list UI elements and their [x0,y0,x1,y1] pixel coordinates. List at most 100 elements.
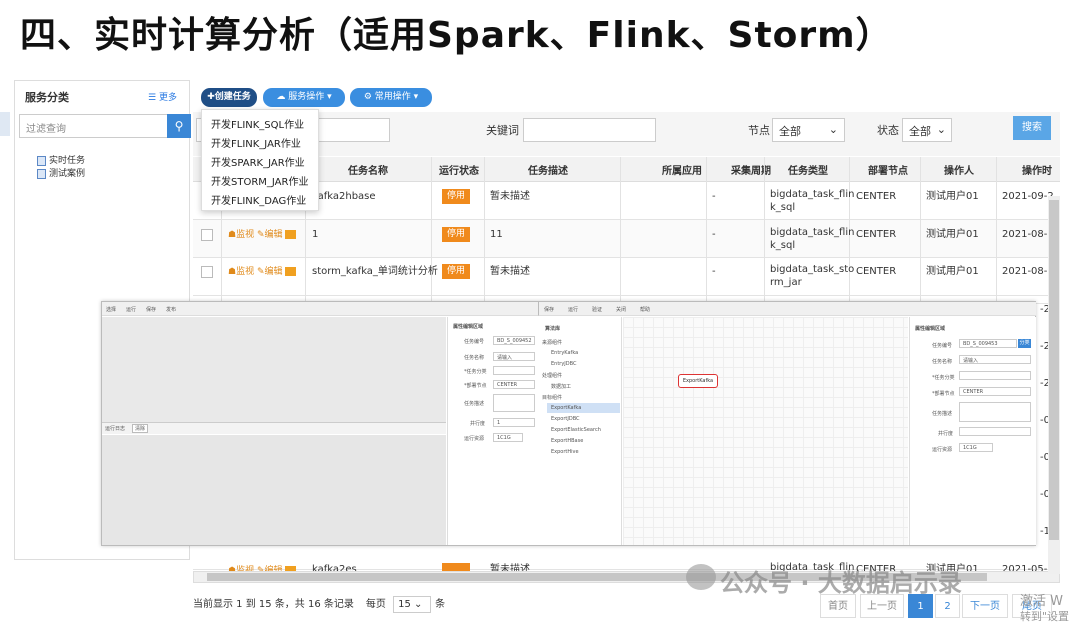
task-name: kafka2hbase [312,191,376,202]
monitor-link[interactable]: ☗监视 [228,230,254,240]
tree-item-realtime[interactable]: 实时任务 [37,153,85,166]
col-header: 部署节点 [868,166,908,177]
node-label: 节点 [748,124,770,137]
category-button[interactable]: 分类 [1018,339,1031,348]
search-icon[interactable]: ⚲ [167,114,191,138]
status-badge[interactable]: 停用 [442,264,470,279]
filter-input[interactable]: 过滤查询 [19,114,169,138]
palette-item[interactable]: ExportElasticSearch [551,427,601,433]
field-input[interactable]: CENTER [959,387,1031,396]
per-page-label: 每页 [365,599,386,610]
tree-item-test[interactable]: 测试案例 [37,166,85,179]
cloud-icon: ☁ [276,92,289,102]
left-canvas[interactable] [102,317,446,422]
monitor-link[interactable]: ☗监视 [228,267,254,277]
clear-log-button[interactable]: 清除 [132,424,149,433]
monitor-label: 监视 [236,267,255,277]
field-input[interactable] [959,371,1031,380]
task-period: - [712,266,716,277]
edit-label: 编辑 [264,267,283,277]
tool-btn[interactable]: 运行 [126,306,136,313]
edit-link[interactable]: ✎编辑 [257,230,283,240]
log-area [102,435,446,545]
menu-item-flink-jar[interactable]: 开发FLINK_JAR作业 [211,135,301,150]
tool-btn[interactable]: 验证 [592,306,602,313]
field-input[interactable]: 1 [493,418,535,427]
more-link[interactable]: ☰ 更多 [148,90,177,103]
vertical-scroll-thumb[interactable] [1049,200,1059,540]
keyword-input[interactable] [523,118,656,142]
tool-btn[interactable]: 运行 [568,306,578,313]
node-select[interactable]: 全部 ⌄ [772,118,845,142]
field-input[interactable]: 请输入 [959,355,1031,364]
tool-btn[interactable]: 保存 [146,306,156,313]
dag-canvas[interactable] [623,317,908,545]
menu-item-spark-jar[interactable]: 开发SPARK_JAR作业 [211,154,305,169]
dag-node-exportkafka[interactable]: ExportKafka [678,374,718,388]
task-desc: 暂未描述 [490,266,530,277]
palette-item[interactable]: EntryKafka [551,350,578,356]
create-task-dropdown: 开发FLINK_SQL作业 开发FLINK_JAR作业 开发SPARK_JAR作… [201,109,319,211]
field-input[interactable]: 1C1G [959,443,993,452]
menu-item-storm-jar[interactable]: 开发STORM_JAR作业 [211,173,308,188]
more-label: 更多 [158,93,177,103]
palette-item[interactable]: ExportHive [551,449,579,455]
service-ops-button[interactable]: ☁ 服务操作 ▾ [263,88,345,107]
field-label: 任务描述 [464,401,485,407]
tool-btn[interactable]: 发布 [166,306,176,313]
tool-btn[interactable]: 选择 [106,306,116,313]
palette-item[interactable]: ExportHBase [551,438,583,444]
search-button[interactable]: 搜索 [1013,116,1051,140]
field-label: 任务名称 [932,359,953,365]
palette-group[interactable]: 目标组件 [542,394,562,401]
status-badge[interactable]: 停用 [442,227,470,242]
field-input[interactable]: 1C1G [493,433,523,442]
row-checkbox[interactable] [201,266,213,278]
task-desc: 11 [490,229,503,240]
tool-btn[interactable]: 帮助 [640,306,650,313]
task-name: storm_kafka_单词统计分析 [312,266,438,277]
status-badge[interactable]: 停用 [442,189,470,204]
activation-subtext: 转到"设置 [1020,610,1070,623]
tool-btn[interactable]: 保存 [544,306,554,313]
field-input[interactable]: BD_S_009453 [959,339,1017,348]
eye-icon: ☗ [228,230,237,240]
palette-item[interactable]: ExportJDBC [551,416,580,422]
menu-item-flink-dag[interactable]: 开发FLINK_DAG作业 [211,192,306,207]
activation-text: 激活 W [1020,594,1063,609]
status-select[interactable]: 全部 ⌄ [902,118,952,142]
chevron-down-icon: ⌄ [828,123,838,136]
edit-link[interactable]: ✎编辑 [257,267,283,277]
folder-icon [37,168,46,179]
status-badge[interactable] [442,563,470,571]
create-task-button[interactable]: ✚创建任务 [201,88,257,107]
palette-group[interactable]: 来源组件 [542,339,562,346]
tool-btn[interactable]: 关闭 [616,306,626,313]
field-input[interactable] [493,366,535,375]
palette-item[interactable]: ExportKafka [551,405,581,411]
field-input[interactable]: 请输入 [493,352,535,361]
per-page-unit: 条 [435,599,446,610]
field-label: 并行度 [470,421,486,427]
col-divider [620,157,621,307]
field-input[interactable]: BD_S_009452 [493,336,535,345]
field-input[interactable]: CENTER [493,380,535,389]
palette-item[interactable]: 数据加工 [551,383,571,390]
field-input[interactable] [959,402,1031,422]
next-page-button[interactable]: 下一页 [962,594,1008,618]
palette-item[interactable]: EntryJDBC [551,361,576,367]
palette-group[interactable]: 处理组件 [542,372,562,379]
more-dropdown-icon[interactable] [284,230,296,239]
palette-title: 算法库 [545,326,561,332]
col-header: 任务描述 [528,166,568,177]
more-dropdown-icon[interactable] [284,267,296,276]
log-bar [102,422,446,434]
common-ops-button[interactable]: ⚙ 常用操作 ▾ [350,88,432,107]
row-checkbox[interactable] [201,229,213,241]
field-input[interactable] [959,427,1031,436]
task-type: bigdata_task_flin k_sql [770,227,855,251]
monitor-label: 监视 [236,230,255,240]
menu-item-flink-sql[interactable]: 开发FLINK_SQL作业 [211,116,304,131]
field-input[interactable] [493,394,535,412]
per-page-select[interactable]: 15 ⌄ [393,596,432,613]
